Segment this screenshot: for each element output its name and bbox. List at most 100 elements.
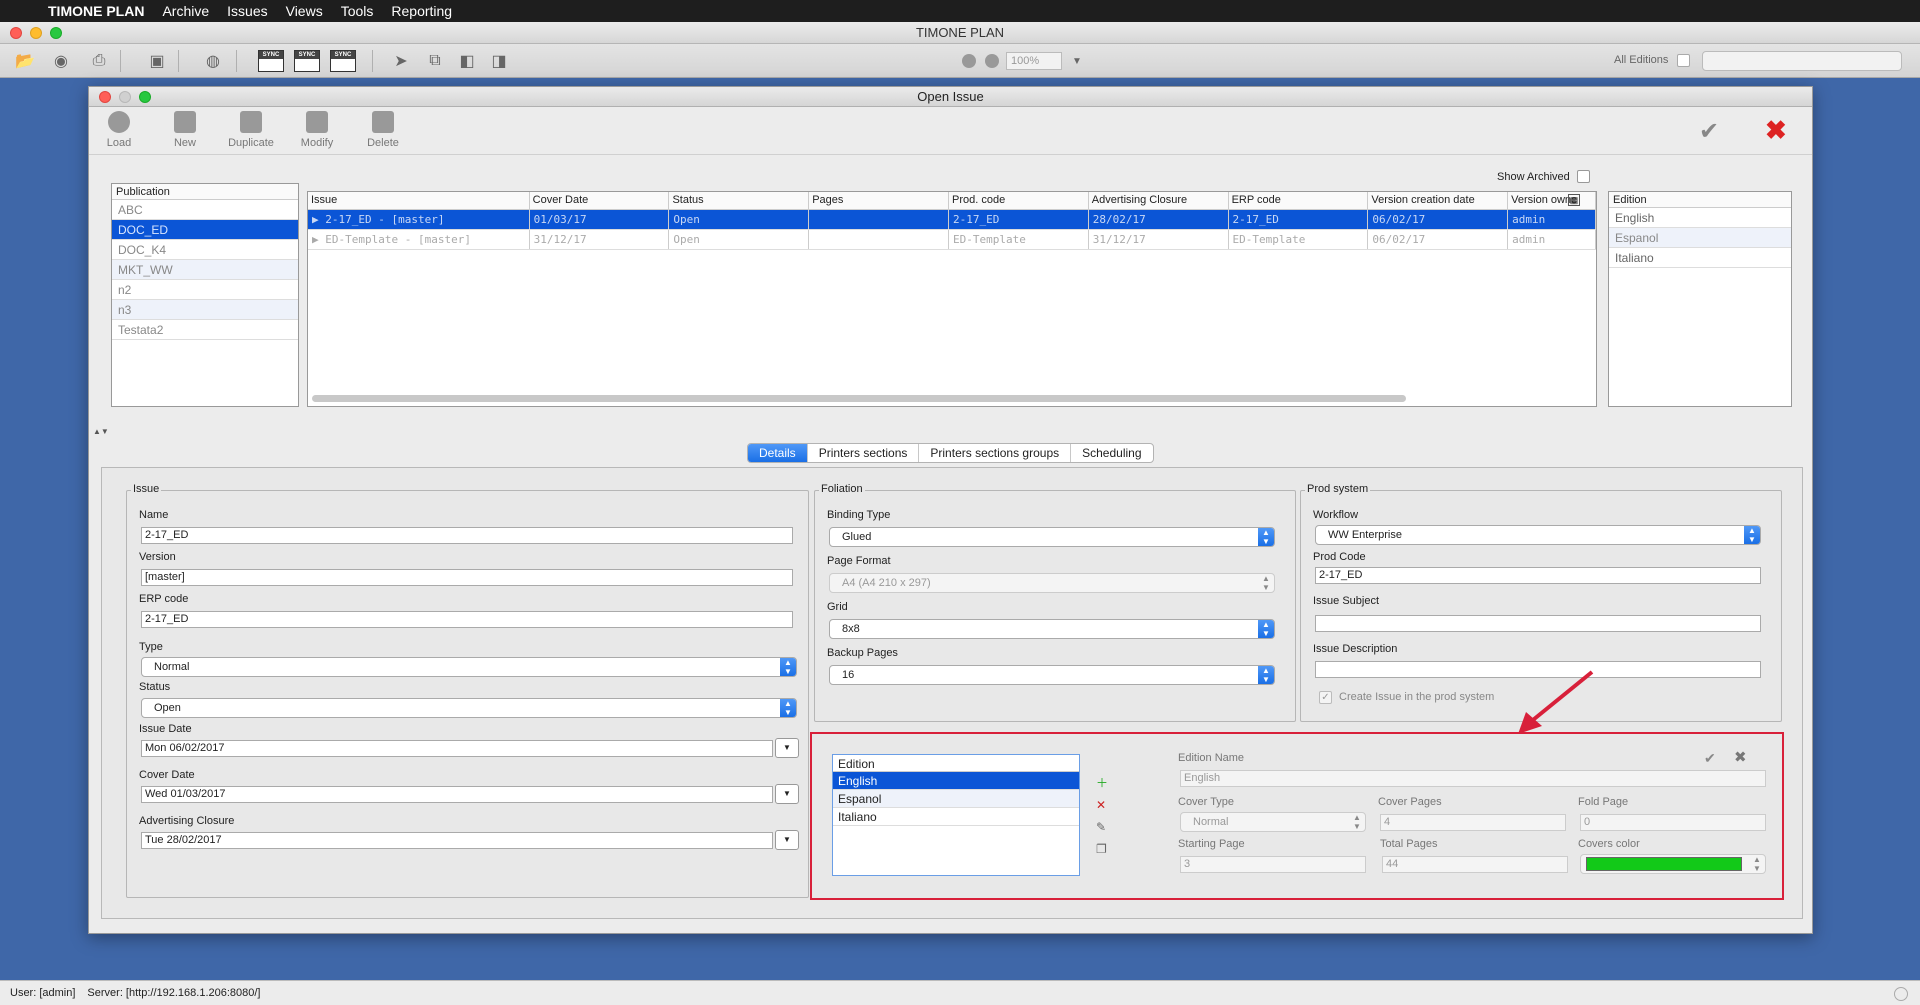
move-pages-icon[interactable]: ⧉: [424, 51, 446, 71]
issue-subject-field[interactable]: [1315, 615, 1761, 632]
table-row[interactable]: ▶ 2-17_ED - [master] 01/03/17 Open 2-17_…: [308, 210, 1596, 230]
sync-down-icon[interactable]: SYNC: [294, 50, 320, 72]
new-button[interactable]: New: [155, 111, 215, 149]
column-header[interactable]: Cover Date: [530, 192, 670, 209]
workflow-select[interactable]: WW Enterprise ▲ ▼: [1315, 525, 1761, 545]
list-item[interactable]: DOC_ED: [112, 220, 298, 240]
zoom-dropdown-icon[interactable]: ▼: [1066, 51, 1088, 71]
load-button[interactable]: Load: [89, 111, 149, 149]
column-header[interactable]: Issue: [308, 192, 530, 209]
printer-icon[interactable]: ⎙: [88, 51, 110, 71]
erp-code-field[interactable]: 2-17_ED: [141, 611, 793, 628]
all-editions-checkbox[interactable]: [1677, 54, 1690, 67]
menu-archive[interactable]: Archive: [162, 3, 209, 19]
field-label: Issue Date: [139, 723, 192, 735]
binding-type-select[interactable]: Glued ▲ ▼: [829, 527, 1275, 547]
field-label: Page Format: [827, 555, 891, 567]
column-header[interactable]: Prod. code: [949, 192, 1089, 209]
copy-edition-icon[interactable]: ❐: [1096, 842, 1110, 856]
edition-detail-panel: Edition English Espanol Italiano ＋ ✕ ✎ ❐…: [810, 732, 1784, 900]
confirm-check-icon[interactable]: ✔: [1699, 117, 1719, 146]
navigate-icon[interactable]: ◍: [202, 51, 224, 71]
zoom-out-icon[interactable]: [962, 54, 976, 68]
column-chooser-icon[interactable]: ▦: [1568, 194, 1580, 206]
minimize-window-button[interactable]: [30, 27, 42, 39]
tab-printers-sections-groups[interactable]: Printers sections groups: [919, 444, 1072, 462]
issue-date-field[interactable]: Mon 06/02/2017: [141, 740, 773, 757]
table-row[interactable]: ▶ ED-Template - [master] 31/12/17 Open E…: [308, 230, 1596, 250]
cancel-x-icon[interactable]: ✖: [1765, 115, 1787, 146]
column-header[interactable]: ERP code: [1229, 192, 1369, 209]
delete-button[interactable]: Delete: [353, 111, 413, 149]
duplicate-button[interactable]: Duplicate: [221, 111, 281, 149]
status-select[interactable]: Open ▲ ▼: [141, 698, 797, 718]
dialog-zoom-button[interactable]: [139, 91, 151, 103]
folder-icon[interactable]: 📂: [14, 51, 36, 71]
column-header[interactable]: Status: [669, 192, 810, 209]
zoom-field[interactable]: 100%: [1006, 52, 1062, 70]
field-label: Type: [139, 641, 163, 653]
globe-icon[interactable]: ◉: [50, 51, 72, 71]
add-edition-icon[interactable]: ＋: [1096, 774, 1110, 790]
list-item[interactable]: Espanol: [833, 790, 1079, 808]
tab-printers-sections[interactable]: Printers sections: [808, 444, 920, 462]
create-issue-checkbox[interactable]: ✓: [1319, 691, 1332, 704]
app-menu[interactable]: TIMONE PLAN: [48, 3, 144, 19]
menu-views[interactable]: Views: [286, 3, 323, 19]
dialog-toolbar: Load New Duplicate Modify Delete ✔ ✖: [89, 107, 1812, 155]
list-item[interactable]: Italiano: [1609, 248, 1791, 268]
sync-icon[interactable]: SYNC: [258, 50, 284, 72]
column-header[interactable]: Version creation date: [1368, 192, 1509, 209]
menu-reporting[interactable]: Reporting: [391, 3, 452, 19]
menu-tools[interactable]: Tools: [341, 3, 374, 19]
type-select[interactable]: Normal ▲ ▼: [141, 657, 797, 677]
issue-date-dropdown-icon[interactable]: ▼: [775, 738, 799, 758]
zoom-in-icon[interactable]: [985, 54, 999, 68]
list-item[interactable]: DOC_K4: [112, 240, 298, 260]
show-archived-checkbox[interactable]: [1577, 170, 1590, 183]
issue-name-field[interactable]: 2-17_ED: [141, 527, 793, 544]
list-item[interactable]: Testata2: [112, 320, 298, 340]
page-right-icon[interactable]: ◨: [488, 51, 510, 71]
advertising-closure-field[interactable]: Tue 28/02/2017: [141, 832, 773, 849]
sync-up-icon[interactable]: SYNC: [330, 50, 356, 72]
cover-date-dropdown-icon[interactable]: ▼: [775, 784, 799, 804]
list-item[interactable]: English: [833, 772, 1079, 790]
version-field[interactable]: [master]: [141, 569, 793, 586]
cover-date-field[interactable]: Wed 01/03/2017: [141, 786, 773, 803]
remove-edition-icon[interactable]: ✕: [1096, 798, 1110, 812]
edition-cancel-icon[interactable]: ✖: [1734, 748, 1747, 766]
list-item[interactable]: ABC: [112, 200, 298, 220]
grid-select[interactable]: 8x8 ▲ ▼: [829, 619, 1275, 639]
horizontal-scrollbar[interactable]: [312, 395, 1406, 402]
edition-confirm-icon[interactable]: ✔: [1704, 750, 1716, 767]
column-header[interactable]: Version owne: [1508, 192, 1596, 209]
list-item[interactable]: n2: [112, 280, 298, 300]
list-item[interactable]: Italiano: [833, 808, 1079, 826]
field-label: Grid: [827, 601, 848, 613]
monitor-icon[interactable]: ▣: [146, 51, 168, 71]
column-header[interactable]: Pages: [809, 192, 949, 209]
modify-button[interactable]: Modify: [287, 111, 347, 149]
dialog-close-button[interactable]: [99, 91, 111, 103]
column-header[interactable]: Advertising Closure: [1089, 192, 1229, 209]
pointer-icon[interactable]: ➤: [390, 51, 412, 71]
backup-pages-select[interactable]: 16 ▲ ▼: [829, 665, 1275, 685]
list-item[interactable]: MKT_WW: [112, 260, 298, 280]
list-item[interactable]: English: [1609, 208, 1791, 228]
list-item[interactable]: n3: [112, 300, 298, 320]
menu-issues[interactable]: Issues: [227, 3, 267, 19]
field-label: Name: [139, 509, 169, 521]
dialog-titlebar: Open Issue: [89, 87, 1812, 107]
page-left-icon[interactable]: ◧: [456, 51, 478, 71]
split-divider[interactable]: ▲▼: [89, 427, 1814, 436]
edition-select[interactable]: [1702, 51, 1902, 71]
prod-code-field[interactable]: 2-17_ED: [1315, 567, 1761, 584]
zoom-window-button[interactable]: [50, 27, 62, 39]
tab-scheduling[interactable]: Scheduling: [1071, 444, 1152, 462]
list-item[interactable]: Espanol: [1609, 228, 1791, 248]
close-window-button[interactable]: [10, 27, 22, 39]
edit-edition-icon[interactable]: ✎: [1096, 820, 1110, 834]
advertising-closure-dropdown-icon[interactable]: ▼: [775, 830, 799, 850]
tab-details[interactable]: Details: [748, 444, 808, 462]
